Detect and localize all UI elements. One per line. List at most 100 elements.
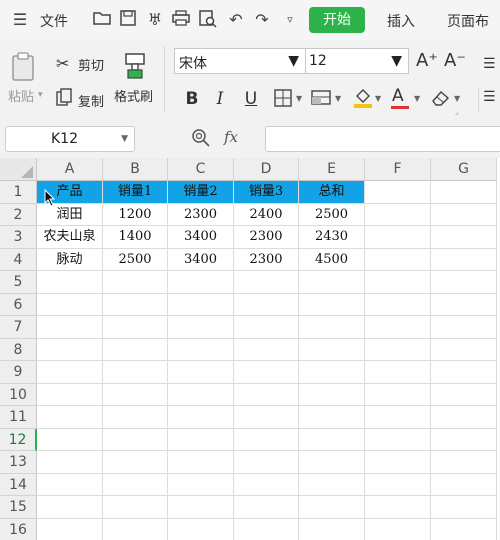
font-name-select[interactable]: 宋体 ▼ <box>174 48 306 74</box>
format-painter-button[interactable]: 格式刷 <box>114 86 153 105</box>
cell-e15[interactable] <box>299 496 365 519</box>
cell-c14[interactable] <box>168 473 234 496</box>
chevron-down-icon[interactable]: ▼ <box>296 94 302 103</box>
column-header-c[interactable]: C <box>168 158 234 181</box>
redo-icon[interactable]: ↷ <box>252 10 272 30</box>
cell-b4[interactable]: 2500 <box>103 248 168 271</box>
row-header-12[interactable]: 12 <box>0 428 37 451</box>
cell-e13[interactable] <box>299 451 365 474</box>
cell-f7[interactable] <box>365 316 431 339</box>
chevron-down-icon[interactable]: ▼ <box>454 94 460 103</box>
cell-d2[interactable]: 2400 <box>234 203 299 226</box>
cell-a10[interactable] <box>37 383 103 406</box>
paste-dropdown-icon[interactable]: ▾ <box>38 90 43 100</box>
align-left-icon[interactable]: ☰ <box>483 89 496 105</box>
tab-insert[interactable]: 插入 <box>387 11 415 31</box>
cell-b11[interactable] <box>103 406 168 429</box>
cell-g14[interactable] <box>431 473 497 496</box>
column-header-b[interactable]: B <box>103 158 168 181</box>
cell-b12[interactable] <box>103 428 168 451</box>
row-header-13[interactable]: 13 <box>0 451 37 474</box>
open-folder-icon[interactable] <box>92 10 112 30</box>
cell-d4[interactable]: 2300 <box>234 248 299 271</box>
row-header-4[interactable]: 4 <box>0 248 37 271</box>
cell-c5[interactable] <box>168 271 234 294</box>
cell-b15[interactable] <box>103 496 168 519</box>
cell-a7[interactable] <box>37 316 103 339</box>
cut-button[interactable]: 剪切 <box>78 55 104 74</box>
cell-f6[interactable] <box>365 293 431 316</box>
cell-d11[interactable] <box>234 406 299 429</box>
cell-g9[interactable] <box>431 361 497 384</box>
cell-e10[interactable] <box>299 383 365 406</box>
cell-c1[interactable]: 销量2 <box>168 181 234 204</box>
italic-button[interactable]: I <box>207 88 233 110</box>
cell-d6[interactable] <box>234 293 299 316</box>
cell-e9[interactable] <box>299 361 365 384</box>
cell-f5[interactable] <box>365 271 431 294</box>
grow-font-icon[interactable]: A⁺ <box>416 50 438 71</box>
row-header-7[interactable]: 7 <box>0 316 37 339</box>
file-menu[interactable]: 文件 <box>40 11 68 31</box>
cell-a12[interactable] <box>37 428 103 451</box>
font-color-icon[interactable]: A <box>392 86 404 106</box>
cell-b13[interactable] <box>103 451 168 474</box>
print-preview-icon[interactable] <box>198 10 218 30</box>
cell-e12[interactable] <box>299 428 365 451</box>
cell-a15[interactable] <box>37 496 103 519</box>
cell-g2[interactable] <box>431 203 497 226</box>
cell-c7[interactable] <box>168 316 234 339</box>
tab-page-layout[interactable]: 页面布 <box>447 11 489 31</box>
cell-a4[interactable]: 脉动 <box>37 248 103 271</box>
cell-c10[interactable] <box>168 383 234 406</box>
cell-e1[interactable]: 总和 <box>299 181 365 204</box>
cell-d5[interactable] <box>234 271 299 294</box>
cell-f1[interactable] <box>365 181 431 204</box>
cell-a9[interactable] <box>37 361 103 384</box>
cell-a8[interactable] <box>37 338 103 361</box>
cell-d12[interactable] <box>234 428 299 451</box>
cell-g12[interactable] <box>431 428 497 451</box>
row-header-16[interactable]: 16 <box>0 518 37 540</box>
cell-d13[interactable] <box>234 451 299 474</box>
cell-e3[interactable]: 2430 <box>299 226 365 249</box>
cell-d9[interactable] <box>234 361 299 384</box>
borders-icon[interactable] <box>274 89 294 111</box>
cell-f13[interactable] <box>365 451 431 474</box>
chevron-down-icon[interactable]: ▼ <box>121 134 128 144</box>
cell-f14[interactable] <box>365 473 431 496</box>
column-header-f[interactable]: F <box>365 158 431 181</box>
cell-f9[interactable] <box>365 361 431 384</box>
cell-d1[interactable]: 销量3 <box>234 181 299 204</box>
cell-a13[interactable] <box>37 451 103 474</box>
cell-d10[interactable] <box>234 383 299 406</box>
cell-e2[interactable]: 2500 <box>299 203 365 226</box>
cell-g11[interactable] <box>431 406 497 429</box>
underline-button[interactable]: U <box>238 88 264 110</box>
cell-b14[interactable] <box>103 473 168 496</box>
cell-c15[interactable] <box>168 496 234 519</box>
cell-g4[interactable] <box>431 248 497 271</box>
cell-g16[interactable] <box>431 518 497 540</box>
cell-d3[interactable]: 2300 <box>234 226 299 249</box>
eraser-icon[interactable] <box>431 89 451 111</box>
cell-c8[interactable] <box>168 338 234 361</box>
row-header-15[interactable]: 15 <box>0 496 37 519</box>
column-header-e[interactable]: E <box>299 158 365 181</box>
cell-b6[interactable] <box>103 293 168 316</box>
cell-b9[interactable] <box>103 361 168 384</box>
cell-g3[interactable] <box>431 226 497 249</box>
row-header-5[interactable]: 5 <box>0 271 37 294</box>
cell-a6[interactable] <box>37 293 103 316</box>
save-icon[interactable] <box>118 10 138 30</box>
cell-a16[interactable] <box>37 518 103 540</box>
more-dropdown-icon[interactable]: ▿ <box>280 10 300 30</box>
cell-b8[interactable] <box>103 338 168 361</box>
cell-e16[interactable] <box>299 518 365 540</box>
cell-a5[interactable] <box>37 271 103 294</box>
row-header-9[interactable]: 9 <box>0 361 37 384</box>
cell-d14[interactable] <box>234 473 299 496</box>
cell-g10[interactable] <box>431 383 497 406</box>
row-header-14[interactable]: 14 <box>0 473 37 496</box>
cell-e7[interactable] <box>299 316 365 339</box>
